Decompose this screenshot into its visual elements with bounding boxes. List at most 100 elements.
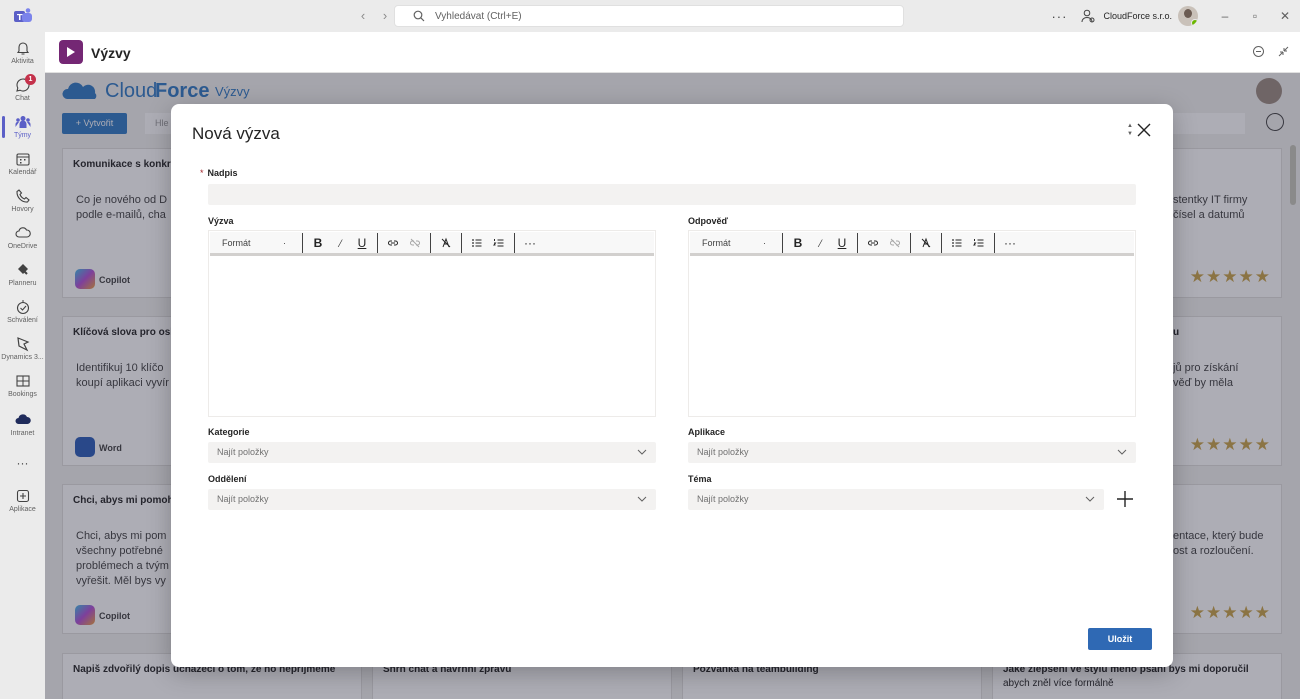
unlink-icon[interactable] [404,233,426,253]
clear-format-icon[interactable] [435,233,457,253]
toolbar-divider [461,232,462,253]
rail-label: Planneru [8,280,37,287]
phone-icon [15,189,30,203]
numbered-list-icon[interactable] [488,233,510,253]
rail-item-kalendar[interactable]: Kalendář [0,151,45,176]
rail-more-apps[interactable]: ··· [0,456,45,470]
back-arrow-icon[interactable]: ‹ [352,8,374,23]
numbered-list-icon[interactable] [968,233,990,253]
minimize-icon[interactable]: – [1210,9,1240,23]
search-placeholder: Vyhledávat (Ctrl+E) [435,11,522,22]
rail-item-dynamics[interactable]: Dynamics 3... [0,336,45,361]
rail-item-chat[interactable]: 1 Chat [0,74,45,102]
clear-format-icon[interactable] [915,233,937,253]
new-prompt-dialog: Nová výzva ▲ ▼ * Nadpis Výzva Formát · B / … [171,104,1173,667]
rail-item-schvaleni[interactable]: Schválení [0,299,45,324]
vyzva-toolbar: Formát · B / U ··· [210,232,654,256]
forward-arrow-icon[interactable]: › [374,8,396,23]
bullet-list-icon[interactable] [466,233,488,253]
unlink-icon[interactable] [884,233,906,253]
aplikace-dropdown[interactable]: Najít položky [688,442,1136,463]
rail-label: OneDrive [7,243,38,250]
close-icon[interactable] [1136,122,1152,138]
odpoved-editor[interactable]: Formát · B / U ··· [688,230,1136,417]
global-search-input[interactable]: Vyhledávat (Ctrl+E) [394,5,904,27]
vyzva-label: Výzva [208,216,234,226]
add-topic-icon[interactable] [1116,490,1134,508]
collapse-icon[interactable] [1277,45,1290,58]
rail-label: Chat [15,95,30,102]
rail-label: Bookings [8,391,37,398]
rail-label: Aktivita [11,58,34,65]
approvals-icon [16,300,29,315]
bold-icon[interactable]: B [787,233,809,253]
more-formatting-icon[interactable]: ··· [999,233,1021,253]
rail-item-aktivita[interactable]: Aktivita [0,40,45,65]
bell-icon [16,42,29,55]
required-mark: * [200,168,204,178]
rail-label: Aplikace [9,506,36,513]
people-settings-icon[interactable] [1081,9,1095,23]
tema-dropdown[interactable]: Najít položky [688,489,1104,510]
bold-icon[interactable]: B [307,233,329,253]
vyzva-editor[interactable]: Formát · B / U ··· [208,230,656,417]
rail-label: Kalendář [8,169,37,176]
more-options-icon[interactable]: ··· [1051,9,1067,24]
link-icon[interactable] [862,233,884,253]
bookings-icon [15,375,30,387]
underline-icon[interactable]: U [831,233,853,253]
odpoved-toolbar: Formát · B / U ··· [690,232,1134,256]
sort-arrows-icon[interactable]: ▲ ▼ [1126,122,1134,140]
rail-item-planner[interactable]: Planneru [0,262,45,287]
teams-icon [15,116,30,128]
chevron-down-icon [1085,496,1095,502]
nadpis-input[interactable] [208,184,1136,205]
search-icon [413,10,425,22]
rail-item-intranet[interactable]: Intranet [0,412,45,437]
toolbar-divider [377,232,378,253]
planner-icon [17,264,28,275]
toolbar-divider [857,232,858,253]
rail-item-tymy[interactable]: Týmy [0,114,45,139]
chevron-down-icon [637,449,647,455]
bullet-list-icon[interactable] [946,233,968,253]
scrollbar-thumb[interactable] [1290,145,1296,205]
close-window-icon[interactable]: ✕ [1270,9,1300,23]
chat-bubble-icon[interactable] [1252,45,1265,58]
rail-label: Dynamics 3... [1,354,44,361]
save-button[interactable]: Uložit [1088,628,1152,650]
rail-item-aplikace[interactable]: Aplikace [0,488,45,513]
rail-item-onedrive[interactable]: OneDrive [0,225,45,250]
kategorie-dropdown[interactable]: Najít položky [208,442,656,463]
oddeleni-label: Oddělení [208,474,247,484]
toolbar-divider [514,232,515,253]
presence-available-icon [1191,19,1198,26]
format-dropdown[interactable]: Formát · [210,233,298,253]
app-rail: Aktivita 1 Chat Týmy Kalendář Hovory One… [0,32,45,699]
vyzvy-app-icon [59,40,83,64]
italic-icon[interactable]: / [809,233,831,253]
rail-item-hovory[interactable]: Hovory [0,188,45,213]
user-avatar[interactable] [1178,6,1198,26]
dropdown-placeholder: Najít položky [217,494,269,504]
dropdown-placeholder: Najít položky [697,447,749,457]
cloud-icon [15,227,31,238]
rail-label: Hovory [11,206,34,213]
more-formatting-icon[interactable]: ··· [519,233,541,253]
rail-item-bookings[interactable]: Bookings [0,373,45,398]
svg-text:T: T [17,13,23,22]
restore-icon[interactable]: ▫ [1240,9,1270,23]
rail-label: Schválení [7,317,38,324]
toolbar-divider [782,232,783,253]
underline-icon[interactable]: U [351,233,373,253]
toolbar-divider [302,232,303,253]
link-icon[interactable] [382,233,404,253]
format-dropdown[interactable]: Formát · [690,233,778,253]
calendar-icon [15,153,30,166]
oddeleni-dropdown[interactable]: Najít položky [208,489,656,510]
italic-icon[interactable]: / [329,233,351,253]
toolbar-divider [941,232,942,253]
app-header: Výzvy [45,32,1300,73]
chevron-down-icon [637,496,647,502]
intranet-cloud-icon [15,414,31,424]
